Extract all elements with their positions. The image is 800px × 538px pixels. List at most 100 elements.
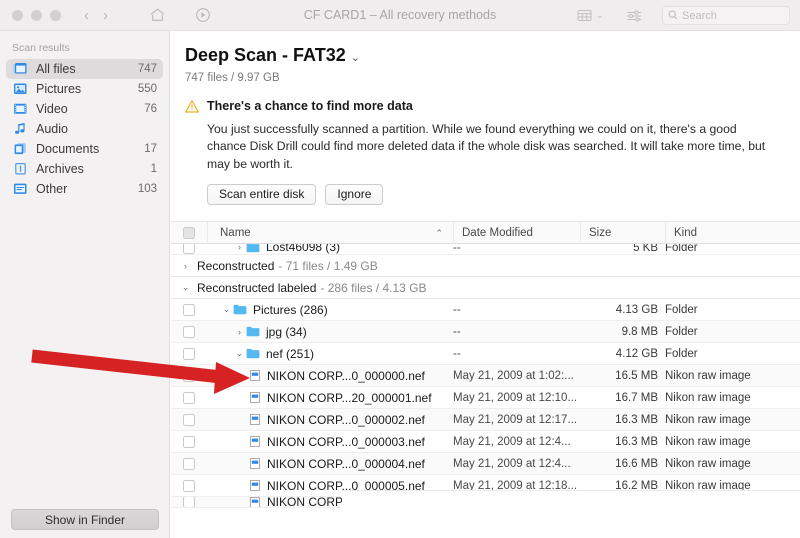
file-table: Name ⌃ Date Modified Size Kind › Lost460… bbox=[171, 221, 800, 513]
sidebar-item-pictures[interactable]: Pictures 550 bbox=[6, 79, 163, 99]
row-kind-cell: Folder bbox=[665, 303, 698, 316]
row-size-cell: 16.7 MB bbox=[615, 391, 658, 404]
row-checkbox[interactable] bbox=[183, 413, 195, 426]
table-row[interactable]: › jpg (34) -- 9.8 MB Folder bbox=[171, 321, 800, 343]
row-checkbox[interactable] bbox=[183, 457, 195, 470]
minimize-button[interactable] bbox=[31, 9, 42, 21]
row-checkbox[interactable] bbox=[183, 497, 195, 507]
all-files-icon bbox=[13, 62, 28, 76]
disclosure-triangle-icon[interactable]: › bbox=[179, 261, 192, 271]
row-kind-cell: Folder bbox=[665, 244, 698, 254]
row-checkbox[interactable] bbox=[183, 244, 195, 254]
sidebar-label: Video bbox=[36, 102, 68, 116]
row-checkbox[interactable] bbox=[183, 369, 195, 382]
row-size-cell: 4.12 GB bbox=[615, 347, 658, 360]
table-group-row[interactable]: ⌄ Reconstructed labeled - 286 files / 4.… bbox=[171, 277, 800, 299]
row-date-cell: -- bbox=[453, 325, 461, 338]
row-name-text: nef (251) bbox=[266, 346, 315, 361]
row-checkbox-cell[interactable] bbox=[171, 244, 207, 254]
row-checkbox-cell[interactable] bbox=[171, 303, 207, 316]
close-button[interactable] bbox=[12, 9, 23, 21]
row-checkbox[interactable] bbox=[183, 479, 195, 492]
row-checkbox-cell[interactable] bbox=[171, 369, 207, 382]
row-checkbox-cell[interactable] bbox=[171, 457, 207, 470]
row-checkbox[interactable] bbox=[183, 435, 195, 448]
back-chevron-icon[interactable]: ‹ bbox=[84, 8, 89, 23]
row-size-cell: 16.6 MB bbox=[615, 457, 658, 470]
row-size-cell: 16.5 MB bbox=[615, 369, 658, 382]
ignore-button[interactable]: Ignore bbox=[325, 183, 384, 205]
scan-entire-disk-button[interactable]: Scan entire disk bbox=[207, 183, 317, 205]
disclosure-triangle-icon[interactable]: › bbox=[233, 244, 246, 252]
column-header-name[interactable]: Name ⌃ bbox=[207, 222, 453, 244]
chevron-down-icon[interactable]: ⌄ bbox=[351, 51, 360, 64]
disclosure-triangle-icon[interactable]: ⌄ bbox=[179, 282, 192, 293]
select-all-column-header[interactable] bbox=[171, 222, 207, 244]
sidebar-item-archives[interactable]: Archives 1 bbox=[6, 159, 163, 179]
sidebar-count: 550 bbox=[137, 83, 157, 95]
show-in-finder-button[interactable]: Show in Finder bbox=[11, 509, 159, 530]
row-size-cell: 9.8 MB bbox=[621, 325, 658, 338]
table-row[interactable]: ⌄ Pictures (286) -- 4.13 GB Folder bbox=[171, 299, 800, 321]
column-header-kind[interactable]: Kind bbox=[665, 222, 800, 244]
table-group-row[interactable]: › Reconstructed - 71 files / 1.49 GB bbox=[171, 255, 800, 277]
table-row[interactable]: NIKON CORP...0_000002.nef May 21, 2009 a… bbox=[171, 409, 800, 431]
row-name-text: NIKON CORP...0_000000.nef bbox=[267, 368, 425, 383]
row-checkbox[interactable] bbox=[183, 391, 195, 404]
filter-sliders-icon[interactable] bbox=[626, 9, 642, 23]
row-size-cell: 4.13 GB bbox=[615, 303, 658, 316]
nef-file-icon bbox=[250, 458, 260, 469]
row-kind-cell: Nikon raw image bbox=[665, 413, 751, 426]
table-row[interactable]: NIKON CORP...20_000001.nef May 21, 2009 … bbox=[171, 387, 800, 409]
other-icon bbox=[13, 182, 28, 196]
sidebar-label: Documents bbox=[36, 142, 100, 156]
forward-chevron-icon[interactable]: › bbox=[103, 8, 108, 23]
audio-icon bbox=[13, 122, 28, 136]
disclosure-triangle-icon[interactable]: ⌄ bbox=[220, 304, 233, 315]
table-row[interactable]: › Lost46098 (3) -- 5 KB Folder bbox=[171, 244, 800, 255]
table-row[interactable]: NIKON CORP...0_000004.nef May 21, 2009 a… bbox=[171, 453, 800, 475]
table-row[interactable]: NIKON CORP...0_000000.nef May 21, 2009 a… bbox=[171, 365, 800, 387]
disclosure-triangle-icon[interactable]: ⌄ bbox=[233, 348, 246, 359]
table-row[interactable]: NIKON CORP...0_000003.nef May 21, 2009 a… bbox=[171, 431, 800, 453]
row-checkbox-cell[interactable] bbox=[171, 435, 207, 448]
page-title: Deep Scan - FAT32 ⌄ bbox=[185, 45, 800, 66]
chevron-down-icon[interactable]: ⌄ bbox=[596, 10, 604, 21]
row-checkbox[interactable] bbox=[183, 303, 195, 316]
warning-triangle-icon bbox=[185, 99, 199, 113]
row-kind-cell: Folder bbox=[665, 325, 698, 338]
row-size-cell: 16.3 MB bbox=[615, 435, 658, 448]
zoom-button[interactable] bbox=[50, 9, 61, 21]
row-checkbox[interactable] bbox=[183, 325, 195, 338]
sidebar-item-audio[interactable]: Audio bbox=[6, 119, 163, 139]
home-icon[interactable] bbox=[149, 7, 166, 23]
row-size-cell: 5 KB bbox=[633, 244, 658, 254]
row-kind-cell: Nikon raw image bbox=[665, 391, 751, 404]
row-date-cell: -- bbox=[453, 303, 461, 316]
row-checkbox-cell[interactable] bbox=[171, 413, 207, 426]
traffic-lights bbox=[12, 9, 61, 21]
row-date-cell: -- bbox=[453, 244, 461, 254]
sidebar-item-video[interactable]: Video 76 bbox=[6, 99, 163, 119]
video-icon bbox=[13, 102, 28, 116]
row-checkbox-cell[interactable] bbox=[171, 479, 207, 492]
table-row[interactable]: ⌄ nef (251) -- 4.12 GB Folder bbox=[171, 343, 800, 365]
row-checkbox-cell[interactable] bbox=[171, 325, 207, 338]
sidebar-item-documents[interactable]: Documents 17 bbox=[6, 139, 163, 159]
column-header-size[interactable]: Size bbox=[580, 222, 665, 244]
sidebar-item-other[interactable]: Other 103 bbox=[6, 179, 163, 199]
window-titlebar: ‹ › CF CARD1 – All recovery methods ⌄ Se… bbox=[0, 0, 800, 31]
search-input[interactable]: Search bbox=[662, 6, 790, 25]
row-checkbox-cell[interactable] bbox=[171, 347, 207, 360]
row-checkbox[interactable] bbox=[183, 347, 195, 360]
row-checkbox-cell[interactable] bbox=[171, 497, 207, 507]
select-all-checkbox[interactable] bbox=[183, 226, 195, 239]
grid-view-icon[interactable]: ⌄ bbox=[577, 9, 604, 22]
sidebar-item-all-files[interactable]: All files 747 bbox=[6, 59, 163, 79]
column-header-date-modified[interactable]: Date Modified bbox=[453, 222, 580, 244]
row-checkbox-cell[interactable] bbox=[171, 391, 207, 404]
disclosure-triangle-icon[interactable]: › bbox=[233, 327, 246, 337]
row-size-cell: 16.3 MB bbox=[615, 413, 658, 426]
play-circle-icon[interactable] bbox=[195, 7, 211, 23]
folder-icon bbox=[246, 326, 260, 337]
